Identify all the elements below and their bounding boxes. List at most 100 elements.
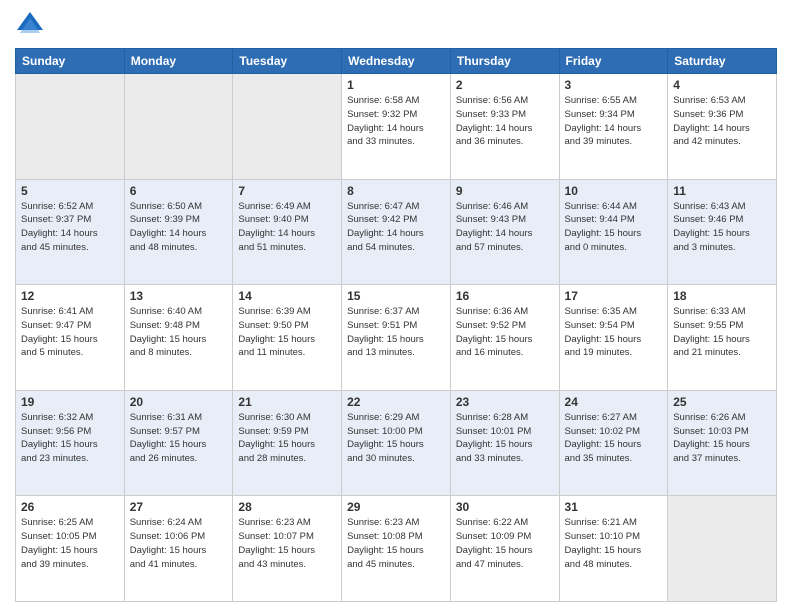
- day-cell-18: 18 Sunrise: 6:33 AM Sunset: 9:55 PM Dayli…: [668, 285, 777, 391]
- day-number: 16: [456, 289, 554, 303]
- day-number: 10: [565, 184, 663, 198]
- day-number: 7: [238, 184, 336, 198]
- day-cell-15: 15 Sunrise: 6:37 AM Sunset: 9:51 PM Dayli…: [342, 285, 451, 391]
- day-number: 17: [565, 289, 663, 303]
- day-header-saturday: Saturday: [668, 49, 777, 74]
- day-cell-7: 7Sunrise: 6:49 AM Sunset: 9:40 PM Daylig…: [233, 179, 342, 285]
- day-number: 12: [21, 289, 119, 303]
- empty-cell: [233, 74, 342, 180]
- week-row-2: 5 Sunrise: 6:52 AM Sunset: 9:37 PM Daylig…: [16, 179, 777, 285]
- logo-icon: [15, 10, 45, 40]
- day-cell-12: 12Sunrise: 6:41 AM Sunset: 9:47 PM Dayli…: [16, 285, 125, 391]
- day-number: 22: [347, 395, 445, 409]
- day-header-sunday: Sunday: [16, 49, 125, 74]
- day-cell-11: 11Sunrise: 6:43 AM Sunset: 9:46 PM Dayli…: [668, 179, 777, 285]
- day-info: Sunrise: 6:50 AM Sunset: 9:39 PM Dayligh…: [130, 200, 228, 255]
- day-cell-3: 3 Sunrise: 6:55 AM Sunset: 9:34 PM Daylig…: [559, 74, 668, 180]
- empty-cell: [668, 496, 777, 602]
- day-cell-13: 13 Sunrise: 6:40 AM Sunset: 9:48 PM Dayli…: [124, 285, 233, 391]
- day-info: Sunrise: 6:55 AM Sunset: 9:34 PM Dayligh…: [565, 94, 663, 149]
- day-info: Sunrise: 6:33 AM Sunset: 9:55 PM Dayligh…: [673, 305, 771, 360]
- week-row-5: 26 Sunrise: 6:25 AM Sunset: 10:05 PM Dayl…: [16, 496, 777, 602]
- day-number: 1: [347, 78, 445, 92]
- day-number: 25: [673, 395, 771, 409]
- day-number: 14: [238, 289, 336, 303]
- day-cell-19: 19 Sunrise: 6:32 AM Sunset: 9:56 PM Dayli…: [16, 390, 125, 496]
- day-number: 21: [238, 395, 336, 409]
- day-info: Sunrise: 6:30 AM Sunset: 9:59 PM Dayligh…: [238, 411, 336, 466]
- day-info: Sunrise: 6:24 AM Sunset: 10:06 PM Daylig…: [130, 516, 228, 571]
- day-cell-23: 23 Sunrise: 6:28 AM Sunset: 10:01 PM Dayl…: [450, 390, 559, 496]
- day-info: Sunrise: 6:47 AM Sunset: 9:42 PM Dayligh…: [347, 200, 445, 255]
- day-info: Sunrise: 6:37 AM Sunset: 9:51 PM Dayligh…: [347, 305, 445, 360]
- day-number: 3: [565, 78, 663, 92]
- page: SundayMondayTuesdayWednesdayThursdayFrid…: [0, 0, 792, 612]
- header-row: SundayMondayTuesdayWednesdayThursdayFrid…: [16, 49, 777, 74]
- day-number: 26: [21, 500, 119, 514]
- day-info: Sunrise: 6:53 AM Sunset: 9:36 PM Dayligh…: [673, 94, 771, 149]
- day-cell-2: 2 Sunrise: 6:56 AM Sunset: 9:33 PM Daylig…: [450, 74, 559, 180]
- day-number: 28: [238, 500, 336, 514]
- day-header-tuesday: Tuesday: [233, 49, 342, 74]
- day-cell-17: 17 Sunrise: 6:35 AM Sunset: 9:54 PM Dayli…: [559, 285, 668, 391]
- day-info: Sunrise: 6:23 AM Sunset: 10:08 PM Daylig…: [347, 516, 445, 571]
- day-cell-21: 21 Sunrise: 6:30 AM Sunset: 9:59 PM Dayli…: [233, 390, 342, 496]
- day-cell-30: 30 Sunrise: 6:22 AM Sunset: 10:09 PM Dayl…: [450, 496, 559, 602]
- day-cell-29: 29 Sunrise: 6:23 AM Sunset: 10:08 PM Dayl…: [342, 496, 451, 602]
- day-cell-14: 14Sunrise: 6:39 AM Sunset: 9:50 PM Dayli…: [233, 285, 342, 391]
- week-row-1: 1 Sunrise: 6:58 AM Sunset: 9:32 PM Daylig…: [16, 74, 777, 180]
- day-info: Sunrise: 6:43 AM Sunset: 9:46 PM Dayligh…: [673, 200, 771, 255]
- day-info: Sunrise: 6:25 AM Sunset: 10:05 PM Daylig…: [21, 516, 119, 571]
- day-number: 4: [673, 78, 771, 92]
- day-header-thursday: Thursday: [450, 49, 559, 74]
- day-cell-5: 5 Sunrise: 6:52 AM Sunset: 9:37 PM Daylig…: [16, 179, 125, 285]
- day-number: 6: [130, 184, 228, 198]
- day-info: Sunrise: 6:21 AM Sunset: 10:10 PM Daylig…: [565, 516, 663, 571]
- day-number: 23: [456, 395, 554, 409]
- day-info: Sunrise: 6:22 AM Sunset: 10:09 PM Daylig…: [456, 516, 554, 571]
- calendar-body: 1 Sunrise: 6:58 AM Sunset: 9:32 PM Daylig…: [16, 74, 777, 602]
- day-info: Sunrise: 6:40 AM Sunset: 9:48 PM Dayligh…: [130, 305, 228, 360]
- day-number: 30: [456, 500, 554, 514]
- week-row-4: 19 Sunrise: 6:32 AM Sunset: 9:56 PM Dayli…: [16, 390, 777, 496]
- day-number: 15: [347, 289, 445, 303]
- day-cell-25: 25Sunrise: 6:26 AM Sunset: 10:03 PM Dayl…: [668, 390, 777, 496]
- day-number: 29: [347, 500, 445, 514]
- day-cell-4: 4 Sunrise: 6:53 AM Sunset: 9:36 PM Daylig…: [668, 74, 777, 180]
- day-info: Sunrise: 6:52 AM Sunset: 9:37 PM Dayligh…: [21, 200, 119, 255]
- day-number: 2: [456, 78, 554, 92]
- day-info: Sunrise: 6:36 AM Sunset: 9:52 PM Dayligh…: [456, 305, 554, 360]
- day-info: Sunrise: 6:23 AM Sunset: 10:07 PM Daylig…: [238, 516, 336, 571]
- day-info: Sunrise: 6:32 AM Sunset: 9:56 PM Dayligh…: [21, 411, 119, 466]
- day-number: 13: [130, 289, 228, 303]
- day-cell-16: 16 Sunrise: 6:36 AM Sunset: 9:52 PM Dayli…: [450, 285, 559, 391]
- day-number: 19: [21, 395, 119, 409]
- week-row-3: 12Sunrise: 6:41 AM Sunset: 9:47 PM Dayli…: [16, 285, 777, 391]
- empty-cell: [16, 74, 125, 180]
- day-info: Sunrise: 6:58 AM Sunset: 9:32 PM Dayligh…: [347, 94, 445, 149]
- day-info: Sunrise: 6:35 AM Sunset: 9:54 PM Dayligh…: [565, 305, 663, 360]
- day-cell-26: 26 Sunrise: 6:25 AM Sunset: 10:05 PM Dayl…: [16, 496, 125, 602]
- day-cell-10: 10 Sunrise: 6:44 AM Sunset: 9:44 PM Dayli…: [559, 179, 668, 285]
- calendar-table: SundayMondayTuesdayWednesdayThursdayFrid…: [15, 48, 777, 602]
- day-cell-31: 31 Sunrise: 6:21 AM Sunset: 10:10 PM Dayl…: [559, 496, 668, 602]
- day-info: Sunrise: 6:31 AM Sunset: 9:57 PM Dayligh…: [130, 411, 228, 466]
- day-info: Sunrise: 6:46 AM Sunset: 9:43 PM Dayligh…: [456, 200, 554, 255]
- calendar-header: SundayMondayTuesdayWednesdayThursdayFrid…: [16, 49, 777, 74]
- day-cell-22: 22Sunrise: 6:29 AM Sunset: 10:00 PM Dayl…: [342, 390, 451, 496]
- day-number: 5: [21, 184, 119, 198]
- day-info: Sunrise: 6:56 AM Sunset: 9:33 PM Dayligh…: [456, 94, 554, 149]
- day-header-friday: Friday: [559, 49, 668, 74]
- day-info: Sunrise: 6:27 AM Sunset: 10:02 PM Daylig…: [565, 411, 663, 466]
- day-number: 31: [565, 500, 663, 514]
- empty-cell: [124, 74, 233, 180]
- day-header-monday: Monday: [124, 49, 233, 74]
- day-number: 18: [673, 289, 771, 303]
- day-info: Sunrise: 6:44 AM Sunset: 9:44 PM Dayligh…: [565, 200, 663, 255]
- logo: [15, 10, 49, 40]
- day-cell-20: 20Sunrise: 6:31 AM Sunset: 9:57 PM Dayli…: [124, 390, 233, 496]
- day-info: Sunrise: 6:28 AM Sunset: 10:01 PM Daylig…: [456, 411, 554, 466]
- day-cell-8: 8Sunrise: 6:47 AM Sunset: 9:42 PM Daylig…: [342, 179, 451, 285]
- day-cell-1: 1 Sunrise: 6:58 AM Sunset: 9:32 PM Daylig…: [342, 74, 451, 180]
- day-cell-9: 9Sunrise: 6:46 AM Sunset: 9:43 PM Daylig…: [450, 179, 559, 285]
